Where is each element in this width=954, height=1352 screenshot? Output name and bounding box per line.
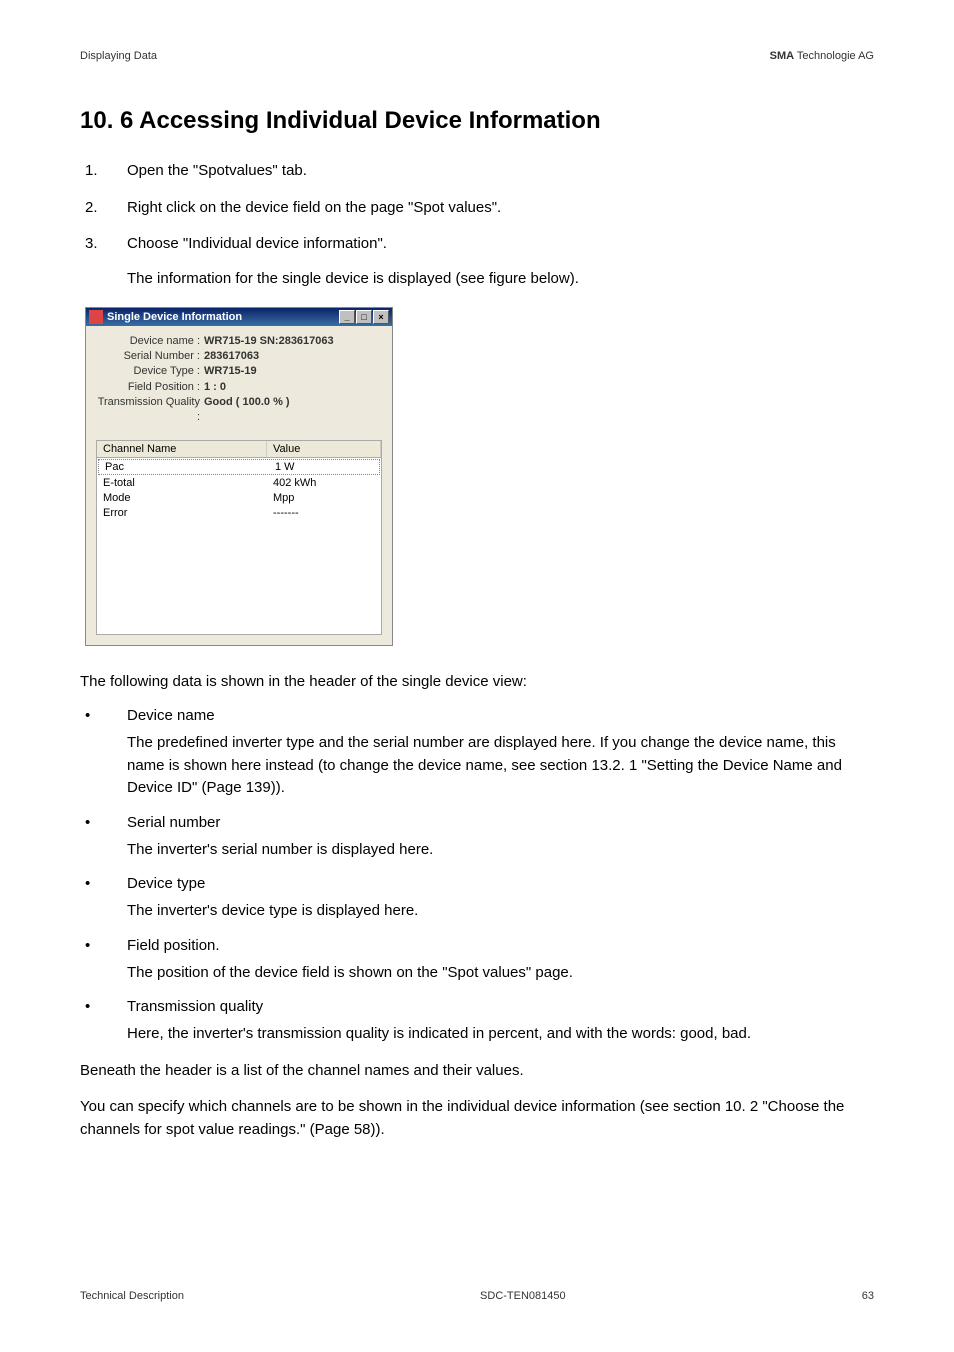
- close-button[interactable]: ×: [373, 310, 389, 324]
- info-row: Device name :WR715-19 SN:283617063: [96, 334, 382, 349]
- dialog-title: Single Device Information: [107, 311, 242, 323]
- bullet-title: Device name: [127, 707, 874, 724]
- bullet-desc: The inverter's serial number is displaye…: [127, 839, 874, 862]
- table-header: Channel Name Value: [97, 441, 381, 458]
- minimize-button[interactable]: _: [339, 310, 355, 324]
- dialog-titlebar: Single Device Information _ □ ×: [86, 308, 392, 326]
- table-row[interactable]: Pac 1 W: [98, 459, 380, 475]
- step-result-text: The information for the single device is…: [127, 270, 874, 287]
- footer-left: Technical Description: [80, 1290, 184, 1302]
- single-device-dialog: Single Device Information _ □ × Device n…: [85, 307, 393, 646]
- bullet-title: Serial number: [127, 814, 874, 831]
- bullet-icon: •: [85, 998, 127, 1050]
- header-name[interactable]: Channel Name: [97, 441, 267, 457]
- page-footer: Technical Description SDC-TEN081450 63: [80, 1290, 874, 1302]
- bullet-desc: The position of the device field is show…: [127, 962, 874, 985]
- table-row[interactable]: Mode Mpp: [97, 491, 381, 506]
- header-right: SMA Technologie AG: [770, 50, 874, 62]
- channel-table: Channel Name Value Pac 1 W E-total 402 k…: [96, 440, 382, 635]
- bullet-icon: •: [85, 937, 127, 989]
- step-item: 3. Choose "Individual device information…: [85, 233, 874, 256]
- footer-center: SDC-TEN081450: [480, 1290, 566, 1302]
- app-icon: [89, 310, 103, 324]
- closing-text: You can specify which channels are to be…: [80, 1096, 874, 1141]
- header-left: Displaying Data: [80, 50, 157, 62]
- section-heading: 10. 6 Accessing Individual Device Inform…: [80, 107, 874, 135]
- step-text: Choose "Individual device information".: [127, 233, 387, 256]
- info-row: Transmission Quality :Good ( 100.0 % ): [96, 395, 382, 426]
- table-row[interactable]: Error -------: [97, 506, 381, 521]
- dialog-body: Device name :WR715-19 SN:283617063 Seria…: [86, 326, 392, 645]
- header-value[interactable]: Value: [267, 441, 381, 457]
- step-number: 2.: [85, 197, 127, 220]
- step-text: Right click on the device field on the p…: [127, 197, 501, 220]
- step-number: 3.: [85, 233, 127, 256]
- bullet-desc: The inverter's device type is displayed …: [127, 900, 874, 923]
- maximize-button[interactable]: □: [356, 310, 372, 324]
- bullet-title: Transmission quality: [127, 998, 874, 1015]
- bullet-title: Field position.: [127, 937, 874, 954]
- bullet-item: • Device name The predefined inverter ty…: [85, 707, 874, 804]
- bullet-item: • Device type The inverter's device type…: [85, 875, 874, 927]
- page-header: Displaying Data SMA Technologie AG: [80, 50, 874, 62]
- bullet-item: • Field position. The position of the de…: [85, 937, 874, 989]
- footer-right: 63: [862, 1290, 874, 1302]
- bullet-icon: •: [85, 707, 127, 804]
- step-text: Open the "Spotvalues" tab.: [127, 160, 307, 183]
- steps-list: 1. Open the "Spotvalues" tab. 2. Right c…: [85, 160, 874, 256]
- intro-text: The following data is shown in the heade…: [80, 671, 874, 694]
- closing-text: Beneath the header is a list of the chan…: [80, 1060, 874, 1083]
- bullet-icon: •: [85, 875, 127, 927]
- info-row: Field Position :1 : 0: [96, 380, 382, 395]
- table-row[interactable]: E-total 402 kWh: [97, 476, 381, 491]
- step-item: 2. Right click on the device field on th…: [85, 197, 874, 220]
- step-number: 1.: [85, 160, 127, 183]
- bullet-item: • Transmission quality Here, the inverte…: [85, 998, 874, 1050]
- bullet-icon: •: [85, 814, 127, 866]
- bullet-item: • Serial number The inverter's serial nu…: [85, 814, 874, 866]
- step-item: 1. Open the "Spotvalues" tab.: [85, 160, 874, 183]
- bullet-title: Device type: [127, 875, 874, 892]
- bullet-desc: Here, the inverter's transmission qualit…: [127, 1023, 874, 1046]
- info-row: Serial Number :283617063: [96, 349, 382, 364]
- info-row: Device Type :WR715-19: [96, 364, 382, 379]
- bullet-desc: The predefined inverter type and the ser…: [127, 732, 874, 800]
- bullet-list: • Device name The predefined inverter ty…: [85, 707, 874, 1050]
